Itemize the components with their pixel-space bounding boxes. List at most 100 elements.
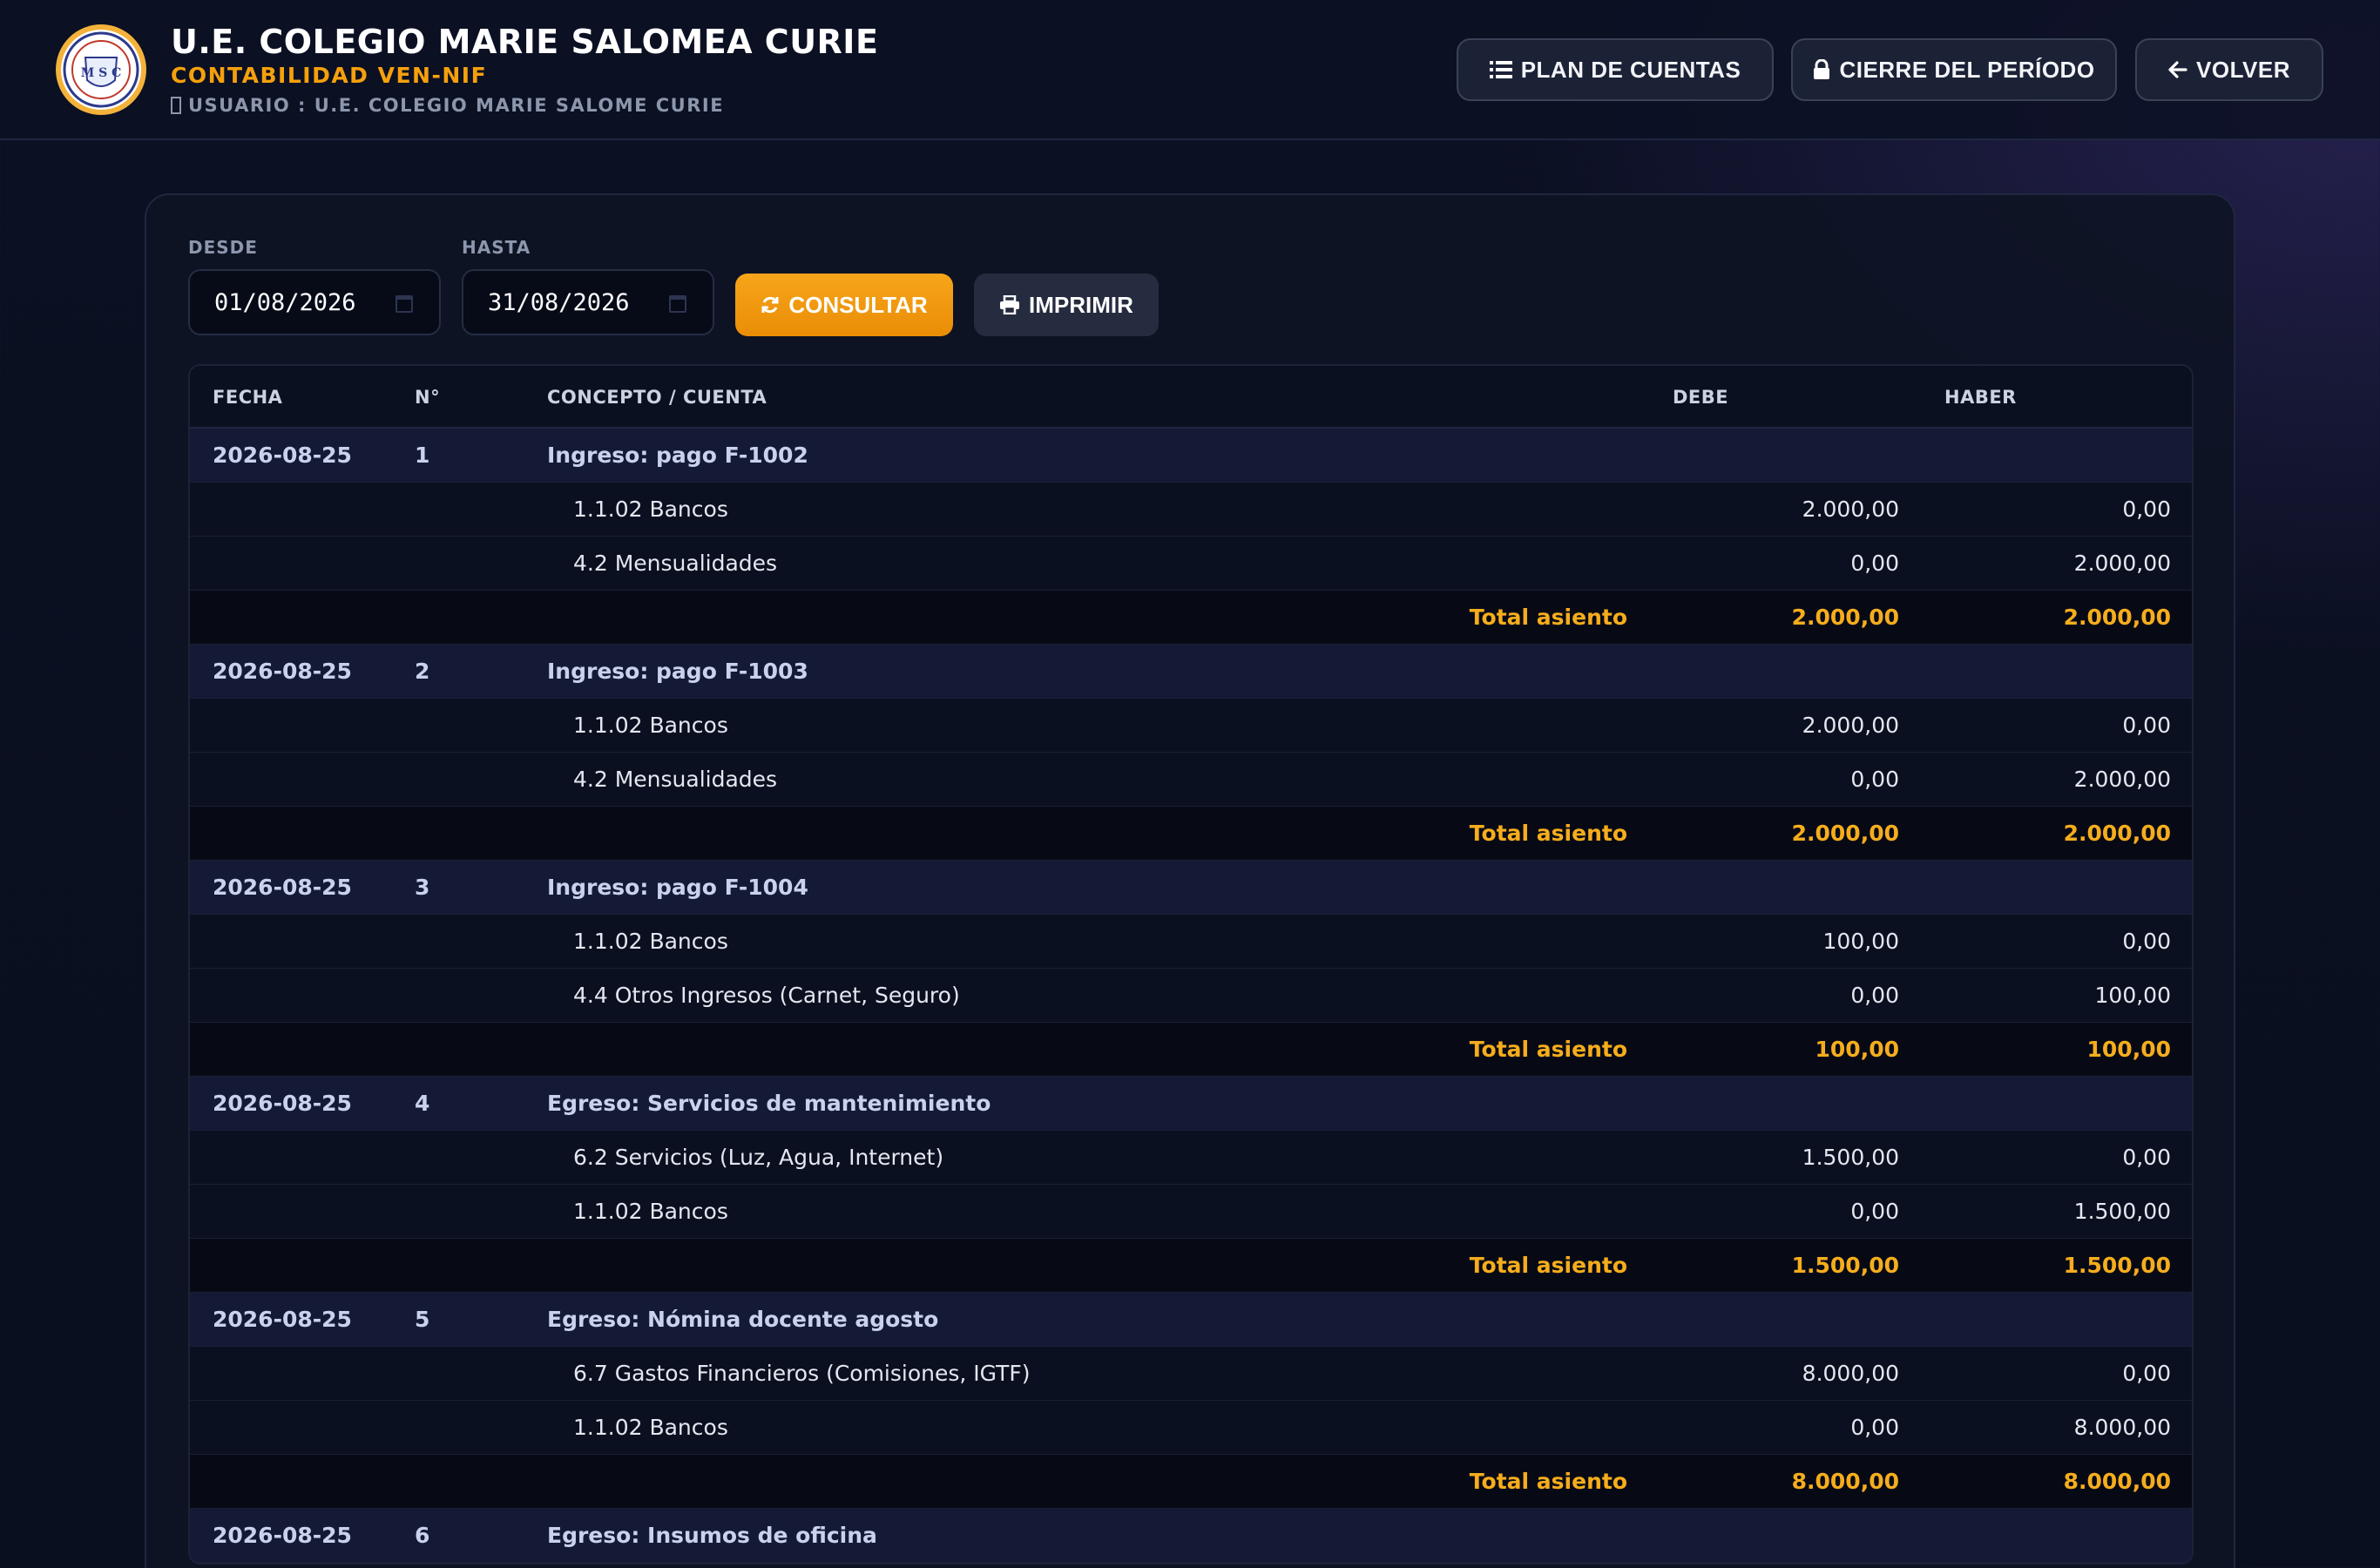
user-info: USUARIO : U.E. COLEGIO MARIE SALOME CURI… bbox=[171, 95, 724, 116]
table-row-entry[interactable]: 2026-08-25 6 Egreso: Insumos de oficina bbox=[190, 1509, 2192, 1563]
hasta-date-value: 31/08/2026 bbox=[488, 288, 630, 316]
table-row-line[interactable]: 1.1.02 Bancos 0,00 1.500,00 bbox=[190, 1185, 2192, 1239]
total-label: Total asiento bbox=[1469, 605, 1627, 630]
col-fecha: FECHA bbox=[213, 387, 283, 408]
line-account: 4.2 Mensualidades bbox=[573, 551, 778, 576]
total-label: Total asiento bbox=[1469, 1037, 1627, 1062]
table-row-total: Total asiento 100,00 100,00 bbox=[190, 1023, 2192, 1077]
cierre-periodo-label: CIERRE DEL PERÍODO bbox=[1839, 56, 2095, 83]
app-header: M S C U.E. COLEGIO MARIE SALOMEA CURIE C… bbox=[0, 0, 2380, 140]
school-logo: M S C bbox=[56, 24, 146, 115]
logo-lettering: M S C bbox=[81, 66, 122, 80]
line-debe: 0,00 bbox=[1850, 983, 1899, 1008]
table-row-total: Total asiento 8.000,00 8.000,00 bbox=[190, 1455, 2192, 1509]
table-row-entry[interactable]: 2026-08-25 5 Egreso: Nómina docente agosto bbox=[190, 1293, 2192, 1347]
line-debe: 1.500,00 bbox=[1802, 1145, 1899, 1170]
table-row-entry[interactable]: 2026-08-25 4 Egreso: Servicios de mantenim… bbox=[190, 1077, 2192, 1131]
consultar-label: CONSULTAR bbox=[788, 291, 928, 318]
line-haber: 0,00 bbox=[2122, 497, 2171, 522]
hasta-date-input[interactable]: 31/08/2026 bbox=[462, 269, 714, 335]
entry-date: 2026-08-25 bbox=[213, 659, 352, 684]
table-row-line[interactable]: 4.4 Otros Ingresos (Carnet, Seguro) 0,00 1… bbox=[190, 969, 2192, 1023]
consultar-button[interactable]: CONSULTAR bbox=[735, 274, 953, 336]
total-haber: 1.500,00 bbox=[2063, 1253, 2171, 1278]
imprimir-label: IMPRIMIR bbox=[1029, 291, 1133, 318]
calendar-icon[interactable] bbox=[669, 295, 686, 313]
line-debe: 0,00 bbox=[1850, 1199, 1899, 1224]
desde-label: DESDE bbox=[188, 237, 258, 258]
entry-date: 2026-08-25 bbox=[213, 443, 352, 468]
line-debe: 0,00 bbox=[1850, 1415, 1899, 1440]
printer-icon bbox=[1000, 295, 1020, 314]
entry-date: 2026-08-25 bbox=[213, 1091, 352, 1116]
line-account: 1.1.02 Bancos bbox=[573, 1415, 728, 1440]
table-row-entry[interactable]: 2026-08-25 2 Ingreso: pago F-1003 bbox=[190, 645, 2192, 699]
cierre-periodo-button[interactable]: CIERRE DEL PERÍODO bbox=[1791, 38, 2117, 101]
total-label: Total asiento bbox=[1469, 1469, 1627, 1494]
user-label: USUARIO : U.E. COLEGIO MARIE SALOME CURI… bbox=[188, 95, 725, 116]
col-concepto: CONCEPTO / CUENTA bbox=[547, 387, 767, 408]
page-title: U.E. COLEGIO MARIE SALOMEA CURIE bbox=[171, 23, 879, 61]
entry-concept: Egreso: Servicios de mantenimiento bbox=[547, 1091, 991, 1116]
desde-date-input[interactable]: 01/08/2026 bbox=[188, 269, 441, 335]
col-num: N° bbox=[415, 387, 441, 408]
calendar-icon[interactable] bbox=[396, 295, 413, 313]
table-row-line[interactable]: 1.1.02 Bancos 100,00 0,00 bbox=[190, 915, 2192, 969]
table-row-line[interactable]: 1.1.02 Bancos 2.000,00 0,00 bbox=[190, 699, 2192, 753]
table-row-line[interactable]: 6.2 Servicios (Luz, Agua, Internet) 1.500… bbox=[190, 1131, 2192, 1185]
table-row-total: Total asiento 1.500,00 1.500,00 bbox=[190, 1239, 2192, 1293]
total-debe: 100,00 bbox=[1815, 1037, 1899, 1062]
line-haber: 2.000,00 bbox=[2073, 767, 2171, 792]
line-haber: 100,00 bbox=[2094, 983, 2171, 1008]
table-row-line[interactable]: 1.1.02 Bancos 2.000,00 0,00 bbox=[190, 483, 2192, 537]
total-haber: 2.000,00 bbox=[2063, 605, 2171, 630]
entry-number: 5 bbox=[415, 1307, 430, 1332]
plan-de-cuentas-label: PLAN DE CUENTAS bbox=[1520, 56, 1741, 83]
arrow-left-icon bbox=[2168, 61, 2187, 78]
entry-number: 3 bbox=[415, 875, 430, 900]
total-debe: 2.000,00 bbox=[1791, 605, 1899, 630]
entry-number: 4 bbox=[415, 1091, 430, 1116]
line-debe: 2.000,00 bbox=[1802, 713, 1899, 738]
entry-concept: Egreso: Insumos de oficina bbox=[547, 1523, 877, 1548]
col-debe: DEBE bbox=[1673, 387, 1729, 408]
entry-concept: Ingreso: pago F-1003 bbox=[547, 659, 808, 684]
line-account: 4.4 Otros Ingresos (Carnet, Seguro) bbox=[573, 983, 960, 1008]
volver-button[interactable]: VOLVER bbox=[2135, 38, 2323, 101]
line-account: 1.1.02 Bancos bbox=[573, 929, 728, 954]
table-row-line[interactable]: 4.2 Mensualidades 0,00 2.000,00 bbox=[190, 753, 2192, 807]
hasta-label: HASTA bbox=[462, 237, 531, 258]
table-row-line[interactable]: 1.1.02 Bancos 0,00 8.000,00 bbox=[190, 1401, 2192, 1455]
line-debe: 0,00 bbox=[1850, 767, 1899, 792]
entry-date: 2026-08-25 bbox=[213, 1307, 352, 1332]
line-debe: 8.000,00 bbox=[1802, 1361, 1899, 1386]
table-row-line[interactable]: 6.7 Gastos Financieros (Comisiones, IGTF… bbox=[190, 1347, 2192, 1401]
plan-de-cuentas-button[interactable]: PLAN DE CUENTAS bbox=[1457, 38, 1774, 101]
table-row-entry[interactable]: 2026-08-25 3 Ingreso: pago F-1004 bbox=[190, 861, 2192, 915]
refresh-icon bbox=[761, 296, 779, 314]
user-icon bbox=[171, 97, 181, 114]
line-account: 1.1.02 Bancos bbox=[573, 497, 728, 522]
table-row-entry[interactable]: 2026-08-25 1 Ingreso: pago F-1002 bbox=[190, 429, 2192, 483]
table-header: FECHA N° CONCEPTO / CUENTA DEBE HABER bbox=[190, 366, 2192, 429]
total-debe: 1.500,00 bbox=[1791, 1253, 1899, 1278]
table-row-line[interactable]: 4.2 Mensualidades 0,00 2.000,00 bbox=[190, 537, 2192, 591]
line-haber: 0,00 bbox=[2122, 1361, 2171, 1386]
line-debe: 0,00 bbox=[1850, 551, 1899, 576]
imprimir-button[interactable]: IMPRIMIR bbox=[974, 274, 1159, 336]
line-haber: 8.000,00 bbox=[2073, 1415, 2171, 1440]
entry-date: 2026-08-25 bbox=[213, 1523, 352, 1548]
table-body: 2026-08-25 1 Ingreso: pago F-1002 1.1.02 Ba… bbox=[190, 429, 2192, 1563]
line-debe: 2.000,00 bbox=[1802, 497, 1899, 522]
entry-concept: Ingreso: pago F-1002 bbox=[547, 443, 808, 468]
line-account: 6.7 Gastos Financieros (Comisiones, IGTF… bbox=[573, 1361, 1031, 1386]
entry-date: 2026-08-25 bbox=[213, 875, 352, 900]
total-label: Total asiento bbox=[1469, 821, 1627, 846]
list-icon bbox=[1489, 61, 1512, 78]
total-label: Total asiento bbox=[1469, 1253, 1627, 1278]
line-account: 1.1.02 Bancos bbox=[573, 1199, 728, 1224]
lock-icon bbox=[1814, 59, 1830, 79]
line-haber: 2.000,00 bbox=[2073, 551, 2171, 576]
total-haber: 100,00 bbox=[2086, 1037, 2171, 1062]
col-haber: HABER bbox=[1944, 387, 2017, 408]
